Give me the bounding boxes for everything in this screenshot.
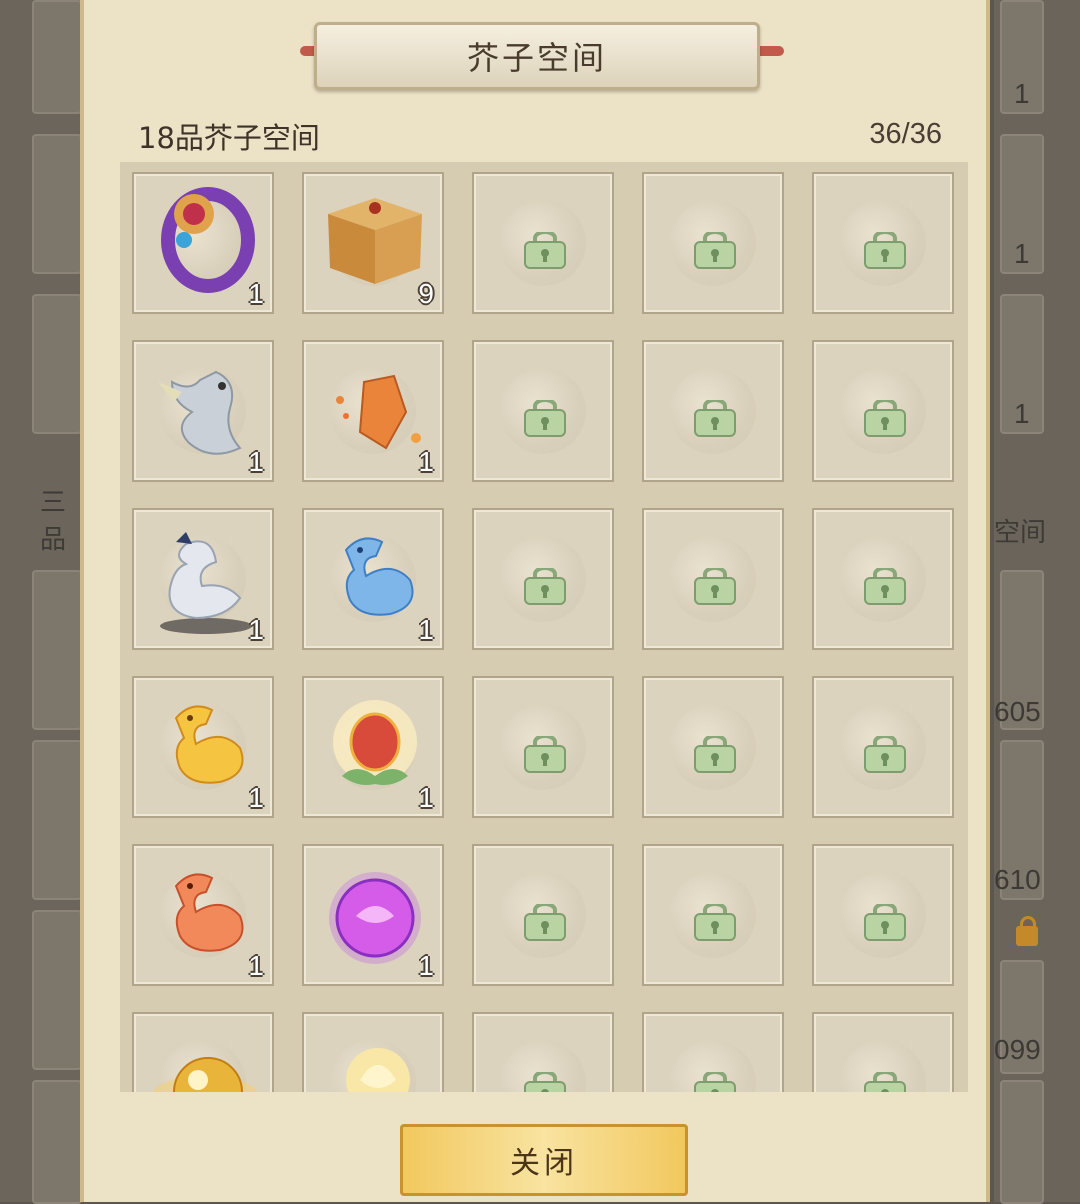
item-quantity: 1	[418, 950, 434, 981]
locked-slot[interactable]	[472, 1012, 614, 1092]
locked-slot[interactable]	[642, 508, 784, 650]
item-slot[interactable]	[302, 1012, 444, 1092]
background-slot	[32, 1080, 82, 1204]
item-slot[interactable]: 1	[132, 340, 274, 482]
item-slot[interactable]: 1	[302, 676, 444, 818]
background-slot	[32, 134, 82, 274]
background-slot	[32, 570, 82, 730]
background-count: 1	[1014, 78, 1030, 109]
item-slot[interactable]: 1	[132, 508, 274, 650]
item-quantity: 1	[418, 446, 434, 477]
item-quantity: 1	[248, 446, 264, 477]
background-count: 1	[1014, 398, 1030, 429]
background-count: 610	[994, 864, 1041, 895]
background-left-column: 三品	[0, 0, 82, 1204]
item-quantity: 1	[248, 278, 264, 309]
space-grade-label: 18品芥子空间	[138, 121, 320, 155]
item-quantity: 9	[418, 278, 434, 309]
item-quantity: 1	[248, 950, 264, 981]
locked-slot[interactable]	[472, 508, 614, 650]
dialog-title: 芥子空间	[466, 39, 607, 77]
background-right-column: 1 1 1 空间 605 610 099	[994, 0, 1080, 1204]
capacity-count: 36/36	[869, 118, 942, 150]
background-slot	[32, 910, 82, 1070]
item-slot[interactable]: 1	[132, 172, 274, 314]
background-count: 099	[994, 1034, 1041, 1065]
item-slot[interactable]: 1	[132, 844, 274, 986]
background-slot	[32, 294, 82, 434]
locked-slot[interactable]	[812, 508, 954, 650]
locked-slot[interactable]	[642, 844, 784, 986]
background-count: 1	[1014, 238, 1030, 269]
item-slot[interactable]: 1	[302, 340, 444, 482]
item-quantity: 1	[248, 782, 264, 813]
locked-slot[interactable]	[642, 340, 784, 482]
locked-slot[interactable]	[642, 676, 784, 818]
locked-slot[interactable]	[642, 1012, 784, 1092]
close-button-label: 关闭	[510, 1146, 578, 1181]
item-slot[interactable]: 1	[302, 844, 444, 986]
item-slot[interactable]	[132, 1012, 274, 1092]
item-quantity: 1	[248, 614, 264, 645]
title-banner: 芥子空间	[314, 22, 760, 90]
lock-icon	[1016, 916, 1038, 946]
locked-slot[interactable]	[812, 172, 954, 314]
background-space-label: 空间	[994, 518, 1047, 548]
locked-slot[interactable]	[472, 844, 614, 986]
storage-dialog: 芥子空间 18品芥子空间 36/36 1 9 1 1 1 1 1 1 1 1 关闭	[80, 0, 990, 1202]
item-slot[interactable]: 1	[302, 508, 444, 650]
inventory-grid-scroll[interactable]: 1 9 1 1 1 1 1 1 1 1	[120, 162, 968, 1092]
background-tab-label: 三品	[40, 488, 67, 555]
locked-slot[interactable]	[812, 676, 954, 818]
locked-slot[interactable]	[812, 844, 954, 986]
background-count: 605	[994, 696, 1041, 727]
locked-slot[interactable]	[472, 340, 614, 482]
locked-slot[interactable]	[812, 340, 954, 482]
item-quantity: 1	[418, 782, 434, 813]
locked-slot[interactable]	[642, 172, 784, 314]
locked-slot[interactable]	[472, 172, 614, 314]
item-slot[interactable]: 1	[132, 676, 274, 818]
locked-slot[interactable]	[812, 1012, 954, 1092]
background-slot	[32, 0, 82, 114]
close-button[interactable]: 关闭	[400, 1124, 688, 1196]
background-slot	[32, 740, 82, 900]
item-quantity: 1	[418, 614, 434, 645]
locked-slot[interactable]	[472, 676, 614, 818]
background-slot	[1000, 1080, 1044, 1204]
item-slot[interactable]: 9	[302, 172, 444, 314]
